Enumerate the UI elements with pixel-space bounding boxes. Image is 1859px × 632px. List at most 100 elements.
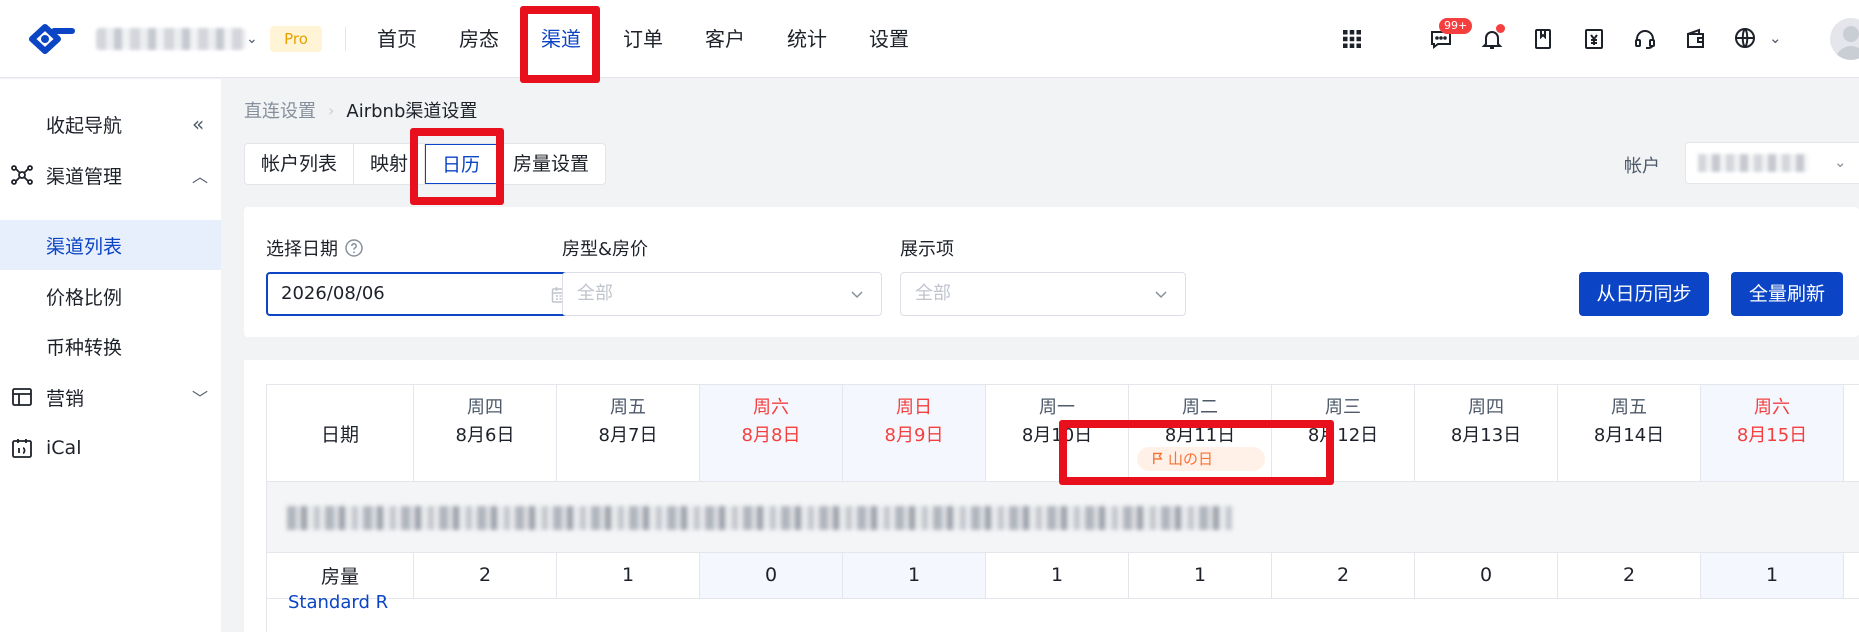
- quantity-cell[interactable]: 1: [557, 553, 700, 598]
- wallet-icon[interactable]: [1679, 22, 1713, 56]
- quantity-cell[interactable]: 1: [843, 553, 986, 598]
- sidebar-collapse-label: 收起导航: [46, 114, 123, 137]
- room-type-label: 房型&房价: [562, 239, 649, 260]
- network-icon: [11, 165, 33, 185]
- sidebar-item-ical[interactable]: iCal: [0, 423, 221, 473]
- display-items-label: 展示项: [900, 239, 954, 260]
- date-label: 8月14日: [1593, 425, 1665, 446]
- sidebar-item-currency-convert[interactable]: 币种转换: [0, 321, 221, 371]
- sidebar: 收起导航 « 渠道管理 ︿ 渠道列表 价格比例 币种转换 营销 ﹀ iCal: [0, 79, 221, 632]
- sidebar-item-label: 渠道列表: [46, 235, 123, 258]
- quantity-cell[interactable]: 2: [1272, 553, 1415, 598]
- room-type-select[interactable]: 全部: [562, 272, 882, 316]
- calendar-panel: 日期 周四 8月6日 周五 8月7日 周六 8月8日 周日 8月9日 周一 8月10日 周二 8月11…: [244, 360, 1859, 632]
- chevron-down-icon[interactable]: ⌄: [1769, 29, 1782, 47]
- sidebar-item-label: iCal: [46, 437, 82, 459]
- display-items-select[interactable]: 全部: [900, 272, 1186, 316]
- language-switcher[interactable]: ⌄: [1733, 26, 1782, 50]
- calendar-icon: [12, 439, 32, 458]
- sync-from-calendar-button[interactable]: 从日历同步: [1579, 272, 1709, 316]
- sidebar-collapse[interactable]: 收起导航 «: [0, 99, 221, 149]
- weekday-label: 周三: [1325, 397, 1361, 418]
- chevron-down-icon[interactable]: ⌄: [246, 31, 258, 47]
- chevron-right-icon: ›: [328, 100, 335, 120]
- sidebar-item-marketing[interactable]: 营销 ﹀: [0, 372, 221, 422]
- date-column-header: 日期: [267, 385, 414, 481]
- quantity-cell[interactable]: 1: [986, 553, 1129, 598]
- main-nav: 首页 房态 渠道 订单 客户 统计 设置: [356, 0, 930, 78]
- sidebar-item-label: 渠道管理: [46, 165, 123, 188]
- breadcrumb: 直连设置 › Airbnb渠道设置: [244, 97, 477, 123]
- brand-logo-icon[interactable]: [28, 22, 80, 56]
- weekday-label: 周四: [467, 397, 503, 418]
- breadcrumb-parent[interactable]: 直连设置: [244, 97, 316, 123]
- full-refresh-button[interactable]: 全量刷新: [1731, 272, 1843, 316]
- chevron-down-icon[interactable]: [847, 284, 867, 304]
- day-header: 周日 8月9日: [843, 385, 986, 481]
- apps-grid-icon[interactable]: [1335, 22, 1369, 56]
- sidebar-item-label: 币种转换: [46, 336, 123, 359]
- globe-icon[interactable]: [1733, 26, 1757, 50]
- date-label: 8月13日: [1450, 425, 1522, 446]
- day-header: 周五 8月14日: [1558, 385, 1701, 481]
- notification-dot: [1496, 24, 1505, 33]
- quantity-cell[interactable]: 0: [700, 553, 843, 598]
- chevron-down-icon[interactable]: ⌄: [1834, 153, 1847, 171]
- nav-channel[interactable]: 渠道: [520, 0, 602, 78]
- bookmark-icon[interactable]: [1526, 22, 1560, 56]
- message-count-badge: 99+: [1439, 18, 1473, 34]
- quantity-cell[interactable]: 2: [1558, 553, 1701, 598]
- sidebar-item-channel-list[interactable]: 渠道列表: [0, 220, 221, 270]
- tab-room-quantity[interactable]: 房量设置: [497, 144, 605, 184]
- day-header: 周四 8月6日: [414, 385, 557, 481]
- quantity-cell[interactable]: 2: [414, 553, 557, 598]
- account-select[interactable]: ⌄: [1685, 142, 1859, 184]
- sidebar-item-price-ratio[interactable]: 价格比例: [0, 271, 221, 321]
- tab-calendar[interactable]: 日历: [425, 144, 498, 184]
- date-input[interactable]: 2026/08/06: [266, 272, 586, 316]
- day-header: 周六 8月8日: [700, 385, 843, 481]
- nav-customers[interactable]: 客户: [684, 0, 766, 78]
- bell-icon[interactable]: [1475, 22, 1509, 56]
- date-label-text: 选择日期: [266, 239, 338, 260]
- room-type-row: [267, 482, 1859, 553]
- tab-mapping[interactable]: 映射: [354, 144, 426, 184]
- quantity-cell[interactable]: 1: [1129, 553, 1272, 598]
- finance-icon[interactable]: [1577, 22, 1611, 56]
- day-header: 周六 8月15日: [1701, 385, 1844, 481]
- sidebar-item-label: 营销: [46, 387, 85, 410]
- weekday-label: 周二: [1182, 397, 1218, 418]
- weekday-label: 周一: [1039, 397, 1075, 418]
- date-label: 8月7日: [598, 425, 658, 446]
- weekday-label: 周五: [1611, 397, 1647, 418]
- calendar-table: 日期 周四 8月6日 周五 8月7日 周六 8月8日 周日 8月9日 周一 8月10日 周二 8月11…: [266, 384, 1859, 632]
- double-chevron-left-icon[interactable]: «: [192, 112, 204, 136]
- room-name-blurred: [287, 506, 1232, 530]
- quantity-cell[interactable]: 1: [1701, 553, 1844, 598]
- chevron-down-icon[interactable]: [1151, 284, 1171, 304]
- filter-panel: 选择日期 2026/08/06 房型&房价 全部 展示项 全部 从日历同步 全量…: [244, 207, 1859, 337]
- question-circle-icon[interactable]: [344, 238, 364, 258]
- nav-orders[interactable]: 订单: [602, 0, 684, 78]
- nav-room-status[interactable]: 房态: [438, 0, 520, 78]
- date-label: 8月6日: [455, 425, 515, 446]
- nav-statistics[interactable]: 统计: [766, 0, 848, 78]
- channel-tabs: 帐户列表 映射 日历 房量设置: [244, 143, 607, 185]
- day-header: 周三 8月12日: [1272, 385, 1415, 481]
- sidebar-item-channel-management[interactable]: 渠道管理 ︿: [0, 150, 221, 200]
- next-room-type-label[interactable]: Standard R: [288, 592, 388, 613]
- hotel-name-blurred[interactable]: [96, 28, 246, 50]
- nav-home[interactable]: 首页: [356, 0, 438, 78]
- nav-settings[interactable]: 设置: [848, 0, 930, 78]
- date-label: 8月9日: [884, 425, 944, 446]
- message-icon[interactable]: 99+: [1424, 18, 1473, 56]
- headset-icon[interactable]: [1628, 22, 1662, 56]
- user-avatar[interactable]: [1830, 18, 1859, 60]
- user-icon: [1835, 26, 1859, 60]
- date-input-value: 2026/08/06: [281, 283, 385, 304]
- day-header: 周四 8月13日: [1415, 385, 1558, 481]
- tab-account-list[interactable]: 帐户列表: [245, 144, 355, 184]
- quantity-cell[interactable]: 0: [1415, 553, 1558, 598]
- account-label: 帐户: [1624, 156, 1660, 177]
- date-filter-label: 选择日期: [266, 235, 364, 261]
